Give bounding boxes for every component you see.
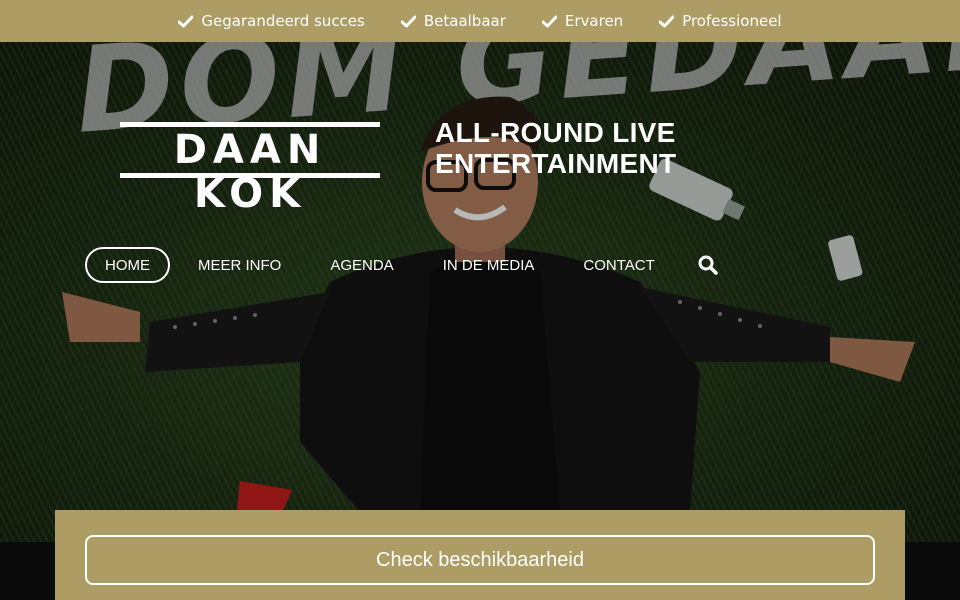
- tagline: ALL-ROUND LIVE ENTERTAINMENT: [435, 117, 735, 179]
- usp-item: Gegarandeerd succes: [178, 12, 365, 30]
- tagline-line-2: ENTERTAINMENT: [435, 148, 677, 179]
- logo-text: DAAN KOK: [173, 127, 327, 217]
- nav-item-meer-info[interactable]: MEER INFO: [177, 247, 302, 283]
- nav-item-in-de-media[interactable]: IN DE MEDIA: [422, 247, 556, 283]
- nav-item-agenda[interactable]: AGENDA: [309, 247, 414, 283]
- usp-label: Professioneel: [682, 12, 782, 30]
- usp-item: Ervaren: [541, 12, 624, 30]
- search-button[interactable]: [691, 248, 725, 282]
- usp-label: Gegarandeerd succes: [201, 12, 365, 30]
- usp-item: Professioneel: [659, 12, 782, 30]
- check-icon: [400, 15, 416, 27]
- usp-bar: Gegarandeerd succes Betaalbaar Ervaren P…: [0, 0, 960, 42]
- usp-label: Ervaren: [564, 12, 624, 30]
- usp-label: Betaalbaar: [423, 12, 506, 30]
- check-availability-button[interactable]: Check beschikbaarheid: [85, 535, 875, 585]
- check-icon: [178, 15, 194, 27]
- tagline-line-1: ALL-ROUND LIVE: [435, 117, 676, 148]
- main-nav: HOME MEER INFO AGENDA IN DE MEDIA CONTAC…: [85, 247, 725, 283]
- check-icon: [659, 15, 675, 27]
- nav-item-home[interactable]: HOME: [85, 247, 170, 283]
- usp-item: Betaalbaar: [400, 12, 506, 30]
- logo-bar-bottom: [120, 173, 380, 178]
- hero-section: DOM GEDAAN DAAN KOK ALL-ROUND LIVE ENTER…: [0, 42, 960, 542]
- logo[interactable]: DAAN KOK: [120, 122, 380, 217]
- search-icon: [698, 255, 718, 275]
- check-icon: [541, 15, 557, 27]
- nav-item-contact[interactable]: CONTACT: [562, 247, 675, 283]
- availability-panel: Check beschikbaarheid: [55, 510, 905, 600]
